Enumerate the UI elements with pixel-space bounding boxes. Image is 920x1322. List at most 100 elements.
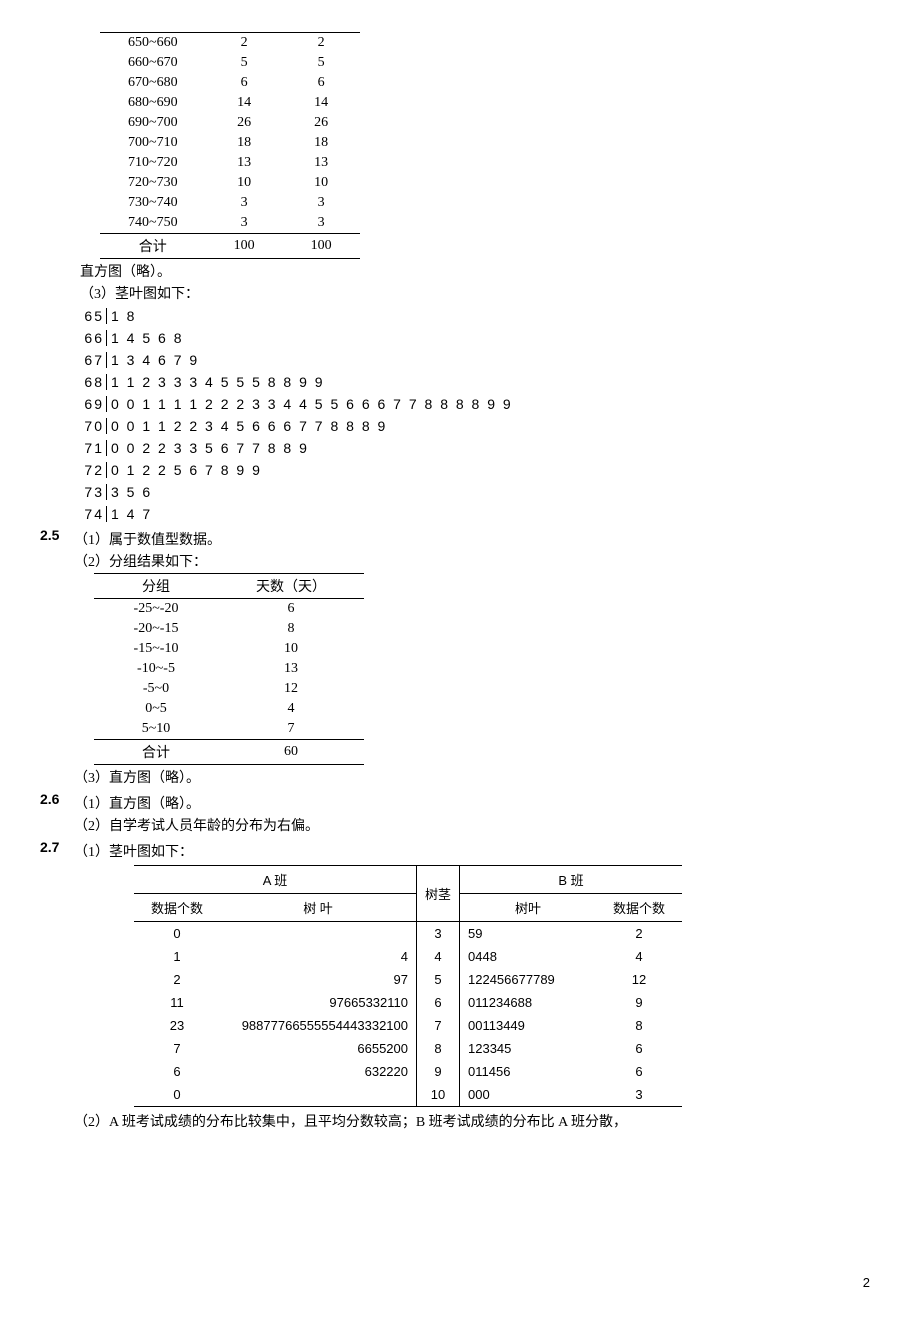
stem: 65 — [80, 308, 107, 324]
q26-part1: （1）直方图（略）。 — [74, 793, 870, 813]
table-row: 730~74033 — [100, 193, 360, 213]
table-row: 119766533211060112346889 — [134, 991, 682, 1014]
cell: 26 — [283, 113, 360, 133]
table-row: -25~-206 — [94, 599, 364, 620]
cell: 13 — [218, 659, 364, 679]
cell: 13 — [283, 153, 360, 173]
cell: 2 — [206, 33, 283, 54]
cell: 7 — [218, 719, 364, 740]
table-row: 670~68066 — [100, 73, 360, 93]
stem: 72 — [80, 462, 107, 478]
head-class-a: A 班 — [134, 866, 417, 894]
q27-part2: （2）A 班考试成绩的分布比较集中，且平均分数较高；B 班考试成绩的分布比 A … — [74, 1111, 870, 1131]
head-leaf-b: 树叶 — [460, 894, 597, 922]
table-row: 700~7101818 — [100, 133, 360, 153]
cell: 6 — [218, 599, 364, 620]
leaf: 0 0 1 1 1 1 2 2 2 3 3 4 4 5 5 6 6 6 7 7 … — [107, 396, 513, 412]
table-row: 710~7201313 — [100, 153, 360, 173]
table-row: 660~67055 — [100, 53, 360, 73]
cell: 6 — [596, 1060, 682, 1083]
cell: 14 — [283, 93, 360, 113]
cell — [220, 922, 417, 946]
leaf: 0 0 1 1 2 2 3 4 5 6 6 6 7 7 8 8 8 9 — [107, 418, 387, 434]
cell: 740~750 — [100, 213, 206, 234]
cell: 8 — [417, 1037, 460, 1060]
cell: 8 — [218, 619, 364, 639]
table-row: -10~-513 — [94, 659, 364, 679]
stem: 69 — [80, 396, 107, 412]
question-number-2-5: 2.5 — [40, 527, 74, 789]
cell: 2 — [596, 922, 682, 946]
cell: 8 — [596, 1014, 682, 1037]
table-row: 663222090114566 — [134, 1060, 682, 1083]
cell: 6655200 — [220, 1037, 417, 1060]
cell: 690~700 — [100, 113, 206, 133]
q25-part2: （2）分组结果如下： — [74, 551, 870, 571]
cell: 1 — [134, 945, 220, 968]
cell: 3 — [283, 193, 360, 213]
leaf: 1 3 4 6 7 9 — [107, 352, 199, 368]
cell: 10 — [417, 1083, 460, 1107]
table-row: 297512245667778912 — [134, 968, 682, 991]
question-number-2-6: 2.6 — [40, 791, 74, 837]
cell: 13 — [206, 153, 283, 173]
cell: 0448 — [460, 945, 597, 968]
cell: 3 — [283, 213, 360, 234]
cell: 670~680 — [100, 73, 206, 93]
cell: 6 — [206, 73, 283, 93]
cell: -25~-20 — [94, 599, 218, 620]
cell: 26 — [206, 113, 283, 133]
stem: 67 — [80, 352, 107, 368]
table-row: -5~012 — [94, 679, 364, 699]
stem-leaf-plot-1: 651 8661 4 5 6 8671 3 4 6 7 9681 1 2 3 3… — [80, 305, 870, 525]
col-days: 天数（天） — [218, 574, 364, 599]
cell: 680~690 — [100, 93, 206, 113]
back-to-back-stemleaf: A 班 树茎 B 班 数据个数 树 叶 树叶 数据个数 035921440448… — [134, 865, 682, 1107]
stem-leaf-row: 720 1 2 2 5 6 7 8 9 9 — [80, 459, 870, 481]
cell: 660~670 — [100, 53, 206, 73]
leaf: 1 4 7 — [107, 506, 152, 522]
table-row: 23988777665555544433321007001134498 — [134, 1014, 682, 1037]
table-row: 0100003 — [134, 1083, 682, 1107]
stem-leaf-row: 710 0 2 2 3 3 5 6 7 7 8 8 9 — [80, 437, 870, 459]
total-freq: 100 — [206, 234, 283, 259]
cell: 00113449 — [460, 1014, 597, 1037]
cell: 18 — [283, 133, 360, 153]
cell: 3 — [417, 922, 460, 946]
head-count-a: 数据个数 — [134, 894, 220, 922]
cell: 011234688 — [460, 991, 597, 1014]
stem: 74 — [80, 506, 107, 522]
cell: 14 — [206, 93, 283, 113]
frequency-table-2: 分组 天数（天） -25~-206-20~-158-15~-1010-10~-5… — [94, 573, 364, 765]
head-leaf-a: 树 叶 — [220, 894, 417, 922]
leaf: 3 5 6 — [107, 484, 152, 500]
cell: 730~740 — [100, 193, 206, 213]
stem-leaf-row: 661 4 5 6 8 — [80, 327, 870, 349]
cell: 5~10 — [94, 719, 218, 740]
cell: 7 — [417, 1014, 460, 1037]
cell: 700~710 — [100, 133, 206, 153]
cell: 18 — [206, 133, 283, 153]
cell: 59 — [460, 922, 597, 946]
cell: 2 — [283, 33, 360, 54]
cell: 6 — [417, 991, 460, 1014]
table-row: 03592 — [134, 922, 682, 946]
stem: 71 — [80, 440, 107, 456]
leaf: 1 4 5 6 8 — [107, 330, 184, 346]
cell: 650~660 — [100, 33, 206, 54]
question-number-2-7: 2.7 — [40, 839, 74, 1133]
head-stem: 树茎 — [417, 866, 460, 922]
cell: 12 — [218, 679, 364, 699]
cell: 3 — [206, 193, 283, 213]
cell: 98877766555554443332100 — [220, 1014, 417, 1037]
cell: 23 — [134, 1014, 220, 1037]
table-row: -15~-1010 — [94, 639, 364, 659]
cell: 4 — [218, 699, 364, 719]
stem-leaf-row: 700 0 1 1 2 2 3 4 5 6 6 6 7 7 8 8 8 9 — [80, 415, 870, 437]
table-row: 650~66022 — [100, 33, 360, 54]
leaf: 1 8 — [107, 308, 136, 324]
table-row: 14404484 — [134, 945, 682, 968]
cell: 9 — [596, 991, 682, 1014]
stem: 73 — [80, 484, 107, 500]
stem: 66 — [80, 330, 107, 346]
